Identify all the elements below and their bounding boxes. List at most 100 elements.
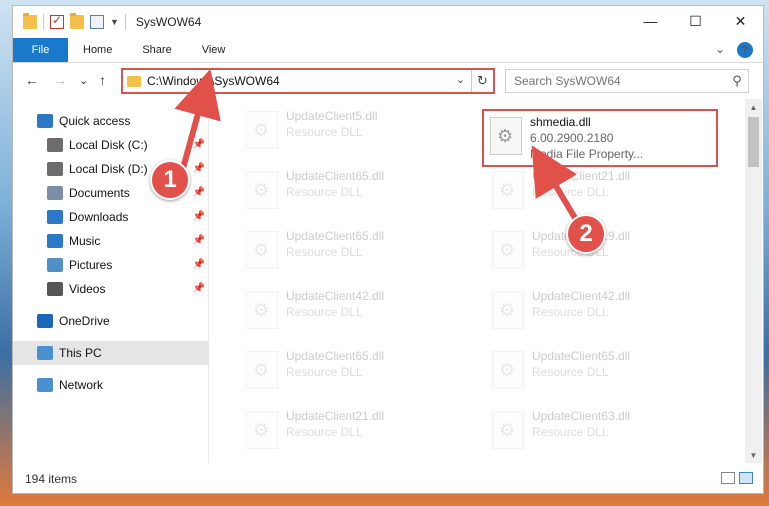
tab-share[interactable]: Share — [127, 38, 186, 62]
file-item[interactable]: UpdateClient21.dll Resource DLL — [240, 405, 476, 461]
refresh-button[interactable]: ↻ — [471, 70, 493, 92]
separator — [43, 14, 44, 30]
navigation-bar: ← → ⌄ ↑ C:\Windows\SysWOW64 ⌄ ↻ ⚲ — [13, 64, 763, 98]
file-item[interactable]: UpdateClient42.dll Resource DLL — [486, 285, 722, 341]
file-name: UpdateClient42.dll — [532, 289, 631, 303]
qa-dropdown-icon[interactable]: ▼ — [110, 17, 119, 27]
sidebar-item-label: Music — [69, 234, 101, 248]
separator — [124, 14, 126, 30]
sidebar-item[interactable]: Pictures 📌 — [13, 253, 209, 277]
details-view-button[interactable] — [721, 472, 735, 484]
window-controls: — ☐ ✕ — [628, 6, 763, 36]
sidebar-item-label: Pictures — [69, 258, 113, 272]
file-type: Resource DLL — [286, 245, 363, 259]
address-path[interactable]: C:\Windows\SysWOW64 — [147, 74, 280, 88]
explorer-window: ▼ SysWOW64 — ☐ ✕ File Home Share View ⌄ … — [12, 5, 764, 494]
file-item[interactable]: UpdateClient21.dll Resource DLL — [486, 165, 722, 221]
pin-icon[interactable]: 📌 — [193, 139, 205, 150]
file-type: Resource DLL — [532, 185, 609, 199]
address-bar[interactable]: C:\Windows\SysWOW64 ⌄ ↻ — [121, 68, 495, 94]
customize-icon[interactable] — [90, 15, 104, 29]
file-name: UpdateClient65.dll — [286, 229, 385, 243]
file-item[interactable]: UpdateClient65.dll Resource DLL — [240, 225, 476, 281]
dll-file-icon — [492, 291, 524, 329]
sidebar-item[interactable]: OneDrive — [13, 309, 209, 333]
search-input[interactable] — [506, 70, 726, 92]
properties-check-icon[interactable] — [50, 13, 64, 29]
maximize-button[interactable]: ☐ — [673, 6, 718, 36]
file-type: Resource DLL — [286, 125, 363, 139]
new-folder-icon[interactable] — [70, 13, 84, 29]
dll-file-icon — [246, 351, 278, 389]
tiles-view-button[interactable] — [739, 472, 753, 484]
item-count: 194 items — [25, 472, 78, 486]
tab-view[interactable]: View — [187, 38, 241, 62]
vertical-scrollbar[interactable]: ▲ ▼ — [745, 99, 762, 463]
sidebar-item-label: Local Disk (C:) — [69, 138, 148, 152]
sidebar-item[interactable]: Network — [13, 373, 209, 397]
file-item[interactable]: UpdateClient65.dll Resource DLL — [240, 165, 476, 221]
cloud-icon — [37, 314, 53, 328]
dll-file-icon — [246, 171, 278, 209]
sidebar-item[interactable]: Music 📌 — [13, 229, 209, 253]
pin-icon[interactable]: 📌 — [193, 235, 205, 246]
pin-icon[interactable]: 📌 — [193, 259, 205, 270]
sidebar-item[interactable]: Downloads 📌 — [13, 205, 209, 229]
sidebar-item-label: This PC — [59, 346, 102, 360]
sidebar-item-label: Local Disk (D:) — [69, 162, 148, 176]
pin-icon[interactable]: 📌 — [193, 187, 205, 198]
pictures-icon — [47, 258, 63, 272]
file-type: Resource DLL — [286, 425, 363, 439]
scroll-down-arrow-icon[interactable]: ▼ — [745, 447, 762, 463]
recent-locations-button[interactable]: ⌄ — [79, 74, 88, 87]
file-item[interactable]: UpdateClient63.dll Resource DLL — [486, 405, 722, 461]
sidebar-item[interactable]: Local Disk (C:) 📌 — [13, 133, 209, 157]
back-button[interactable]: ← — [25, 72, 39, 88]
file-description: Media File Property... — [530, 147, 644, 161]
address-dropdown-icon[interactable]: ⌄ — [456, 73, 465, 86]
file-name: UpdateClient65.dll — [286, 169, 385, 183]
sidebar-item-label: Network — [59, 378, 104, 392]
close-button[interactable]: ✕ — [718, 6, 763, 36]
file-item[interactable]: UpdateClient65.dll Resource DLL — [486, 345, 722, 401]
documents-icon — [47, 186, 63, 200]
annotation-step-2: 2 — [566, 214, 606, 254]
sidebar-item[interactable]: Quick access — [13, 109, 209, 133]
sidebar-item-label: Quick access — [59, 114, 131, 128]
scroll-up-arrow-icon[interactable]: ▲ — [745, 99, 762, 115]
file-item[interactable]: UpdateClient65.dll Resource DLL — [240, 345, 476, 401]
search-icon[interactable]: ⚲ — [726, 73, 748, 89]
pin-icon[interactable]: 📌 — [193, 211, 205, 222]
ribbon-tabs: File Home Share View ⌄ ? — [13, 38, 763, 63]
folder-icon[interactable] — [23, 13, 37, 29]
file-name: UpdateClient65.dll — [532, 349, 631, 363]
star-icon — [37, 114, 53, 128]
minimize-button[interactable]: — — [628, 6, 673, 36]
network-icon — [37, 378, 53, 392]
file-type: Resource DLL — [286, 185, 363, 199]
file-name: UpdateClient21.dll — [532, 169, 631, 183]
videos-icon — [47, 282, 63, 296]
pin-icon[interactable]: 📌 — [193, 283, 205, 294]
file-name: UpdateClient5.dll — [286, 109, 378, 123]
up-button[interactable]: ↑ — [99, 72, 106, 88]
computer-icon — [37, 346, 53, 360]
file-item-shmedia[interactable]: shmedia.dll 6.00.2900.2180 Media File Prop… — [482, 109, 718, 167]
file-name: UpdateClient21.dll — [286, 409, 385, 423]
help-icon[interactable]: ? — [737, 42, 753, 58]
dll-file-icon — [246, 231, 278, 269]
forward-button[interactable]: → — [53, 72, 67, 88]
tab-home[interactable]: Home — [68, 38, 127, 62]
sidebar-item[interactable]: Videos 📌 — [13, 277, 209, 301]
expand-ribbon-icon[interactable]: ⌄ — [715, 42, 725, 58]
sidebar-item[interactable]: This PC — [13, 341, 209, 365]
tab-file[interactable]: File — [13, 38, 68, 62]
search-box[interactable]: ⚲ — [505, 69, 749, 93]
dll-file-icon — [492, 231, 524, 269]
dll-file-icon — [490, 117, 522, 155]
file-item[interactable]: UpdateClient42.dll Resource DLL — [240, 285, 476, 341]
view-buttons — [721, 472, 753, 484]
scrollbar-thumb[interactable] — [748, 117, 759, 167]
pin-icon[interactable]: 📌 — [193, 163, 205, 174]
file-item[interactable]: UpdateClient5.dll Resource DLL — [240, 105, 476, 161]
